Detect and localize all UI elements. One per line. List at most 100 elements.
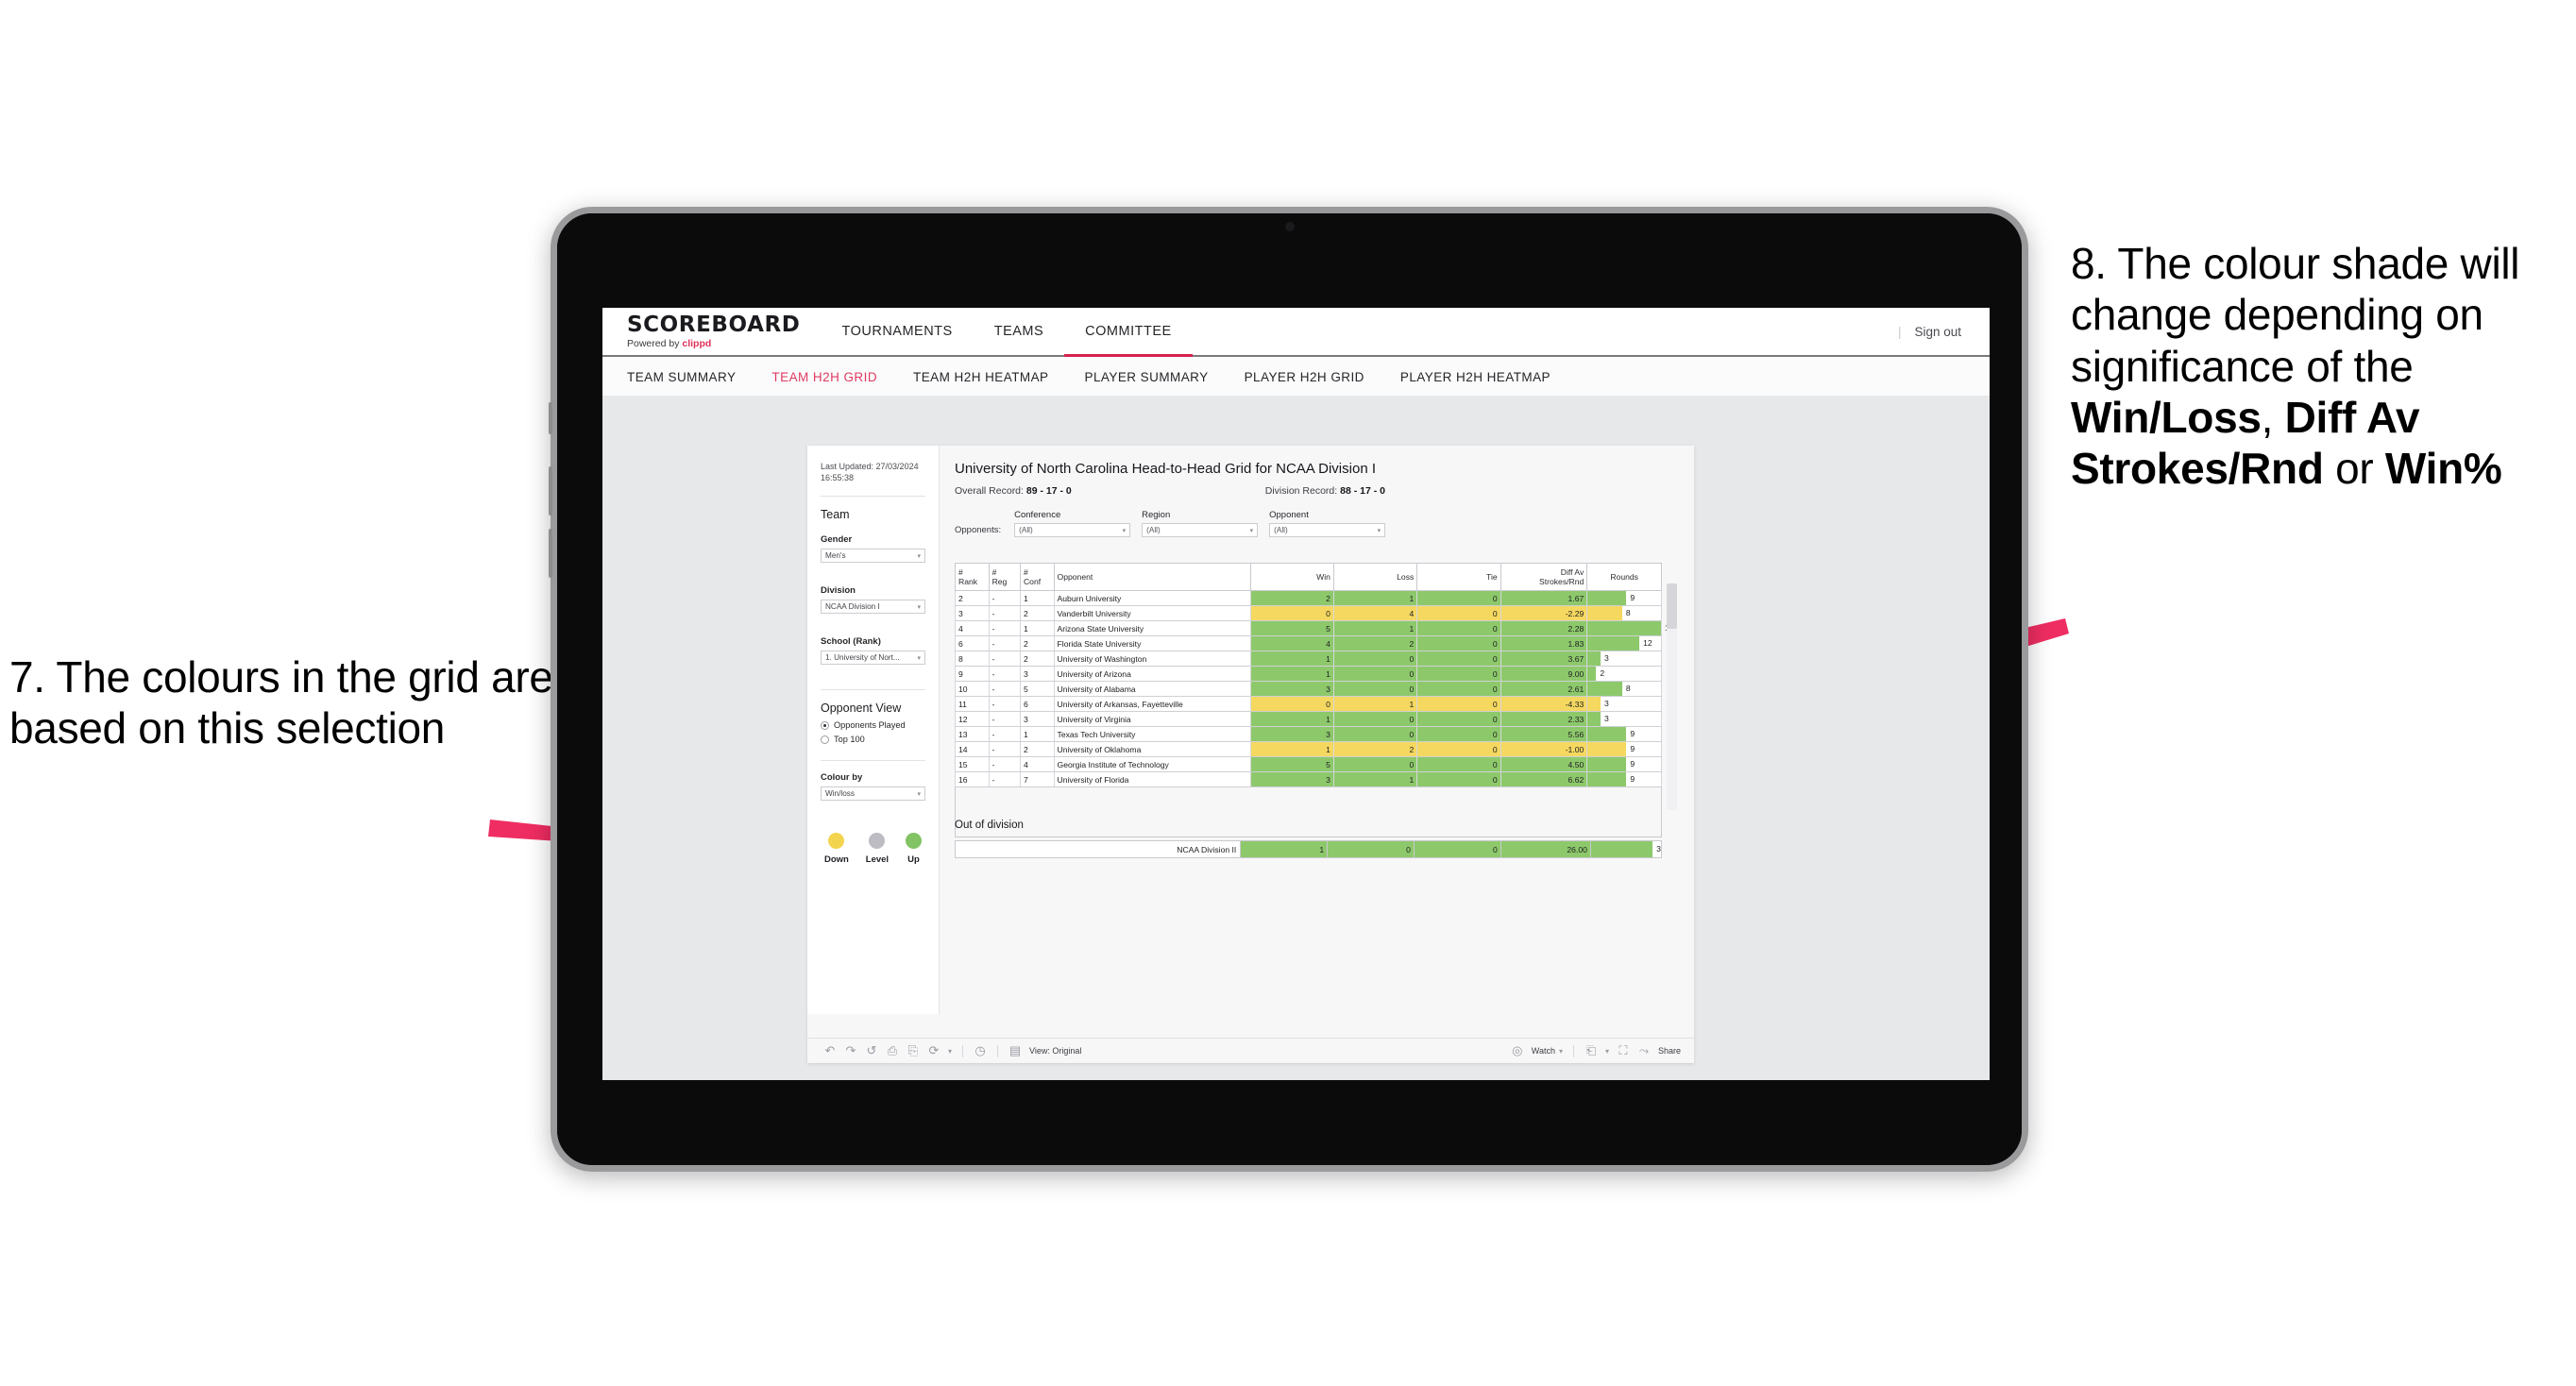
opponent-filter-group: Opponent (All) ▾ bbox=[1269, 510, 1386, 537]
cell-win: 5 bbox=[1249, 756, 1334, 773]
cell-rank: 2 bbox=[955, 590, 990, 607]
watch-icon[interactable]: ◎ bbox=[1507, 1040, 1528, 1061]
download-icon[interactable]: ⎗ bbox=[1581, 1040, 1602, 1061]
th-diff-l2: Strokes/Rnd bbox=[1538, 577, 1585, 587]
brand-logo[interactable]: SCOREBOARD Powered by clippd bbox=[602, 308, 822, 355]
cell-rounds: 9 bbox=[1586, 741, 1662, 758]
table-row[interactable]: 4-1Arizona State University5102.2817 bbox=[955, 620, 1674, 637]
subnav-item-player-summary[interactable]: PLAYER SUMMARY bbox=[1085, 370, 1229, 384]
table-row[interactable]: 12-3 University of Virginia 1 0 0 2.33 3 bbox=[955, 711, 1662, 728]
rounds-bar bbox=[1587, 727, 1627, 742]
cell-opponent: Georgia Institute of Technology bbox=[1053, 756, 1251, 773]
cell-win: 1 bbox=[1249, 711, 1334, 728]
radio-top-100[interactable]: Top 100 bbox=[821, 735, 925, 744]
division-label: Division bbox=[821, 585, 856, 597]
table-row[interactable]: 10-5 University of Alabama 3 0 0 2.61 8 bbox=[955, 681, 1662, 698]
refresh-icon[interactable]: ⎙ bbox=[882, 1040, 903, 1061]
cell-diff-av-strokes: -1.00 bbox=[1500, 741, 1588, 758]
radio-opponents-played[interactable]: Opponents Played bbox=[821, 720, 925, 730]
chevron-down-icon[interactable]: ▾ bbox=[1555, 1040, 1567, 1061]
watch-label[interactable]: Watch bbox=[1532, 1046, 1555, 1056]
share-label[interactable]: Share bbox=[1658, 1046, 1681, 1056]
subnav-item-team-h2h-heatmap[interactable]: TEAM H2H HEATMAP bbox=[913, 370, 1069, 384]
th-reg-l1: # bbox=[991, 567, 997, 577]
cell-conf: 2 bbox=[1019, 651, 1055, 668]
rounds-value: 2 bbox=[1600, 668, 1605, 679]
subnav-item-team-h2h-grid[interactable]: TEAM H2H GRID bbox=[771, 370, 898, 384]
legend-dot-down bbox=[828, 833, 845, 850]
nav-item-committee[interactable]: COMMITTEE bbox=[1064, 308, 1193, 357]
table-row[interactable]: 2-1 Auburn University 2 1 0 1.67 9 bbox=[955, 590, 1662, 607]
share-icon[interactable]: ⤳ bbox=[1634, 1040, 1654, 1061]
browser-viewport: SCOREBOARD Powered by clippd TOURNAMENTS… bbox=[602, 308, 1990, 1080]
ood-cell-rounds: 3 bbox=[1589, 840, 1663, 858]
region-filter-group: Region (All) ▾ bbox=[1142, 510, 1259, 537]
chevron-down-icon: ▾ bbox=[917, 790, 921, 798]
nav-item-teams[interactable]: TEAMS bbox=[974, 308, 1064, 355]
cell-diff-av-strokes: 6.62 bbox=[1500, 771, 1588, 788]
table-row[interactable]: 16-7 University of Florida 3 1 0 6.62 9 bbox=[955, 771, 1662, 788]
subnav-item-player-h2h-grid[interactable]: PLAYER H2H GRID bbox=[1245, 370, 1385, 384]
tablet-screen: SCOREBOARD Powered by clippd TOURNAMENTS… bbox=[557, 213, 2022, 1165]
radio-selected-icon bbox=[821, 720, 829, 730]
revert-icon[interactable]: ↺ bbox=[861, 1040, 882, 1061]
table-row[interactable]: 9-3 University of Arizona 1 0 0 9.00 2 bbox=[955, 666, 1662, 683]
cell-diff-av-strokes: 5.56 bbox=[1500, 726, 1588, 743]
out-of-division-row[interactable]: NCAA Division II 1 0 0 26.00 3 bbox=[954, 840, 1663, 858]
sign-out-link[interactable]: Sign out bbox=[1914, 325, 1961, 339]
region-filter-dropdown[interactable]: (All) ▾ bbox=[1142, 523, 1259, 537]
radio-unselected-icon bbox=[821, 735, 829, 744]
table-scrollbar-thumb[interactable] bbox=[1667, 583, 1677, 629]
cell-rounds: 17 bbox=[1586, 620, 1674, 637]
subnav-item-team-summary[interactable]: TEAM SUMMARY bbox=[627, 370, 756, 384]
th-tie-l2: Tie bbox=[1486, 572, 1498, 583]
nav-item-tournaments[interactable]: TOURNAMENTS bbox=[822, 308, 974, 355]
cell-rounds: 9 bbox=[1586, 756, 1662, 773]
fullscreen-icon[interactable]: ⛶ bbox=[1613, 1040, 1634, 1061]
table-vertical-scrollbar[interactable] bbox=[1667, 583, 1677, 810]
table-row[interactable]: 8-2 University of Washington 1 0 0 3.67 3 bbox=[955, 651, 1662, 668]
cell-win: 2 bbox=[1249, 590, 1334, 607]
table-row[interactable]: 11-6 University of Arkansas, Fayetteville… bbox=[955, 696, 1662, 713]
conference-filter-group: Conference (All) ▾ bbox=[1014, 510, 1131, 537]
tablet-side-button-power bbox=[549, 402, 552, 434]
subnav-item-player-h2h-heatmap[interactable]: PLAYER H2H HEATMAP bbox=[1400, 370, 1571, 384]
cell-diff-av-strokes: -2.29 bbox=[1500, 605, 1588, 622]
tableau-toolbar: ↶ ↷ ↺ ⎙ ⎘ ⟳ ▾ ◷ ▤ View: Original ◎ Watch… bbox=[807, 1038, 1694, 1063]
table-row[interactable]: 6-2 Florida State University 4 2 0 1.83 12 bbox=[955, 635, 1662, 652]
opponent-filter-dropdown[interactable]: (All) ▾ bbox=[1269, 523, 1386, 537]
view-icon[interactable]: ▤ bbox=[1005, 1040, 1025, 1061]
table-row[interactable]: 13-1 Texas Tech University 3 0 0 5.56 9 bbox=[955, 726, 1662, 743]
colour-by-label: Colour by bbox=[821, 772, 863, 784]
chevron-down-icon[interactable]: ▾ bbox=[944, 1040, 956, 1061]
cell-rank: 6 bbox=[955, 635, 990, 652]
screenshot-stage: 7. The colours in the grid are based on … bbox=[0, 0, 2576, 1386]
rounds-bar bbox=[1587, 682, 1622, 697]
table-row[interactable]: 14-2 University of Oklahoma 1 2 0 -1.00 9 bbox=[955, 741, 1662, 758]
th-loss: Loss bbox=[1332, 562, 1418, 592]
rounds-value: 9 bbox=[1630, 729, 1635, 739]
colour-by-dropdown[interactable]: Win/loss ▾ bbox=[821, 786, 925, 802]
chevron-down-icon[interactable]: ▾ bbox=[1602, 1040, 1613, 1061]
division-dropdown[interactable]: NCAA Division I ▾ bbox=[821, 600, 925, 615]
cell-rank: 12 bbox=[955, 711, 990, 728]
cell-diff-av-strokes: 1.67 bbox=[1500, 590, 1588, 607]
gender-dropdown[interactable]: Men's ▾ bbox=[821, 549, 925, 564]
school-dropdown[interactable]: 1. University of Nort... ▾ bbox=[821, 651, 925, 666]
pause-icon[interactable]: ⎘ bbox=[903, 1040, 924, 1061]
undo-icon[interactable]: ↶ bbox=[820, 1040, 840, 1061]
nav-divider: | bbox=[1897, 324, 1902, 339]
view-label[interactable]: View: Original bbox=[1029, 1046, 1081, 1056]
redo-icon[interactable]: ↷ bbox=[840, 1040, 861, 1061]
panel-divider-1 bbox=[821, 496, 925, 498]
th-win: Win bbox=[1249, 562, 1334, 592]
cell-conf: 2 bbox=[1019, 605, 1055, 622]
cell-rank: 3 bbox=[955, 605, 990, 622]
table-row[interactable]: 15-4 Georgia Institute of Technology 5 0 0 4.… bbox=[955, 756, 1662, 773]
radio-top-100-label: Top 100 bbox=[834, 735, 865, 745]
clock-icon[interactable]: ◷ bbox=[970, 1040, 991, 1061]
cell-opponent: University of Arkansas, Fayetteville bbox=[1053, 696, 1251, 713]
table-row[interactable]: 3-2 Vanderbilt University 0 4 0 -2.29 8 bbox=[955, 605, 1662, 622]
reset-icon[interactable]: ⟳ bbox=[924, 1040, 944, 1061]
conference-filter-dropdown[interactable]: (All) ▾ bbox=[1014, 523, 1131, 537]
